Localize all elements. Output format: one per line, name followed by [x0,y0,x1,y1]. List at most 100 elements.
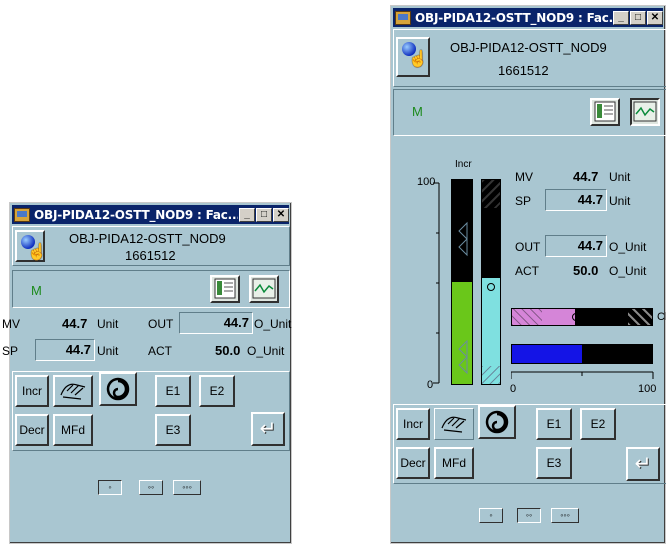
view-large-button[interactable]: ◦◦◦ [551,508,579,523]
hand-icon [441,416,467,433]
manual-hand-button[interactable] [434,408,474,440]
pv-bar-hatch-bottom [482,366,500,384]
mv-value: 44.7 [62,316,88,331]
act-unit: O_Unit [247,344,285,358]
hand-pointer-icon: ☝ [27,244,47,261]
deviation-marker [572,313,580,321]
tag-id: 1661512 [498,63,549,78]
trend-view-icon[interactable] [249,275,279,303]
manual-hand-button[interactable] [53,375,93,407]
window-title: OBJ-PIDA12-OSTT_NOD9 : Fac... [415,10,612,25]
e1-button[interactable]: E1 [536,408,572,440]
faceplate-select-button[interactable]: ☝ [396,37,430,77]
output-hbar-fill [512,345,582,363]
small-titlebar[interactable]: OBJ-PIDA12-OSTT_NOD9 : Fac... _ □ ✕ [12,205,289,224]
deviation-hatch-left [512,309,542,325]
swirl-icon [485,410,509,434]
view-medium-button[interactable]: ◦◦ [139,480,163,495]
cl-label: Cl [657,311,666,323]
mode-panel: M [393,89,666,136]
swirl-mode-button[interactable] [99,372,137,406]
output-limit-markers [458,221,468,375]
app-icon [395,10,411,25]
mfd-button[interactable]: MFd [53,414,93,446]
mfd-button[interactable]: MFd [434,447,474,479]
act-unit: O_Unit [609,264,647,278]
e2-button[interactable]: E2 [199,375,235,407]
e3-button[interactable]: E3 [536,447,572,479]
view-small-button[interactable]: ◦ [479,508,503,523]
header-panel: ☝ OBJ-PIDA12-OSTT_NOD9 1661512 [12,226,290,266]
incr-button[interactable]: Incr [15,375,49,407]
app-icon [14,207,30,222]
close-button[interactable]: ✕ [273,207,289,222]
decr-button[interactable]: Decr [15,414,49,446]
hbar-min-label: 0 [510,383,517,395]
swirl-icon [106,377,130,401]
mode-panel: M [12,270,290,308]
view-medium-button[interactable]: ◦◦ [517,508,541,523]
mv-label: MV [2,317,20,331]
enter-icon: ↵ [259,418,277,440]
trend-view-icon[interactable] [630,98,660,126]
e3-button[interactable]: E3 [155,414,191,446]
enter-button[interactable]: ↵ [626,447,660,481]
sp-unit: Unit [97,344,119,358]
sp-label: SP [2,344,19,358]
deviation-hatch-right [628,309,652,325]
sp-value-field[interactable]: 44.7 [35,339,95,361]
mode-indicator: M [412,104,423,119]
hbar-max-label: 100 [638,383,657,395]
tag-id: 1661512 [125,248,176,263]
act-value: 50.0 [215,343,241,358]
swirl-mode-button[interactable] [478,405,516,439]
enter-icon: ↵ [634,453,652,475]
minimize-button[interactable]: _ [239,207,255,222]
view-large-button[interactable]: ◦◦◦ [173,480,201,495]
act-label: ACT [515,264,539,278]
window-title: OBJ-PIDA12-OSTT_NOD9 : Fac... [34,207,238,222]
hand-icon [60,383,86,400]
pv-bar-hatch-top [482,180,500,208]
incr-button[interactable]: Incr [396,408,430,440]
sp-value-field[interactable]: 44.7 [545,189,607,211]
mv-value: 44.7 [573,169,599,184]
sp-label: SP [515,194,532,208]
large-titlebar[interactable]: OBJ-PIDA12-OSTT_NOD9 : Fac... _ □ ✕ [393,8,663,27]
e2-button[interactable]: E2 [580,408,616,440]
minimize-button[interactable]: _ [613,10,629,25]
out-value-field[interactable]: 44.7 [545,235,607,257]
deviation-hbar [511,308,653,326]
tag-name: OBJ-PIDA12-OSTT_NOD9 [450,40,607,55]
pv-marker [487,283,495,291]
e1-button[interactable]: E1 [155,375,191,407]
enter-button[interactable]: ↵ [251,412,285,446]
mv-unit: Unit [609,170,631,184]
tag-name: OBJ-PIDA12-OSTT_NOD9 [69,231,226,246]
out-unit: O_Unit [609,240,647,254]
parameter-view-icon[interactable] [590,98,620,126]
pv-bar [481,179,501,385]
close-button[interactable]: ✕ [647,10,663,25]
button-panel: Incr E1 E2 Decr MFd E3 ↵ [393,404,666,484]
act-value: 50.0 [573,263,599,278]
out-unit: O_Unit [254,317,292,331]
out-value-field[interactable]: 44.7 [179,312,253,334]
nav-panel: ◦ ◦◦ ◦◦◦ [393,486,666,542]
mode-indicator: M [31,283,42,298]
bar-display-panel: 100 0 Incr MV 44.7 Unit SP 44.7 Unit OUT… [393,139,666,401]
act-label: ACT [148,344,172,358]
faceplate-select-button[interactable]: ☝ [15,230,47,262]
parameter-view-icon[interactable] [210,275,240,303]
maximize-button[interactable]: □ [630,10,646,25]
nav-panel: ◦ ◦◦ ◦◦◦ [12,455,290,541]
mv-label: MV [515,170,533,184]
maximize-button[interactable]: □ [256,207,272,222]
incr-bar-label: Incr [455,159,472,170]
large-faceplate-window: OBJ-PIDA12-OSTT_NOD9 : Fac... _ □ ✕ ☝ OB… [390,5,666,544]
view-small-button[interactable]: ◦ [98,480,122,495]
sp-unit: Unit [609,194,631,208]
decr-button[interactable]: Decr [396,447,430,479]
small-faceplate-window: OBJ-PIDA12-OSTT_NOD9 : Fac... _ □ ✕ ☝ OB… [2,202,292,544]
output-hbar [511,344,653,364]
